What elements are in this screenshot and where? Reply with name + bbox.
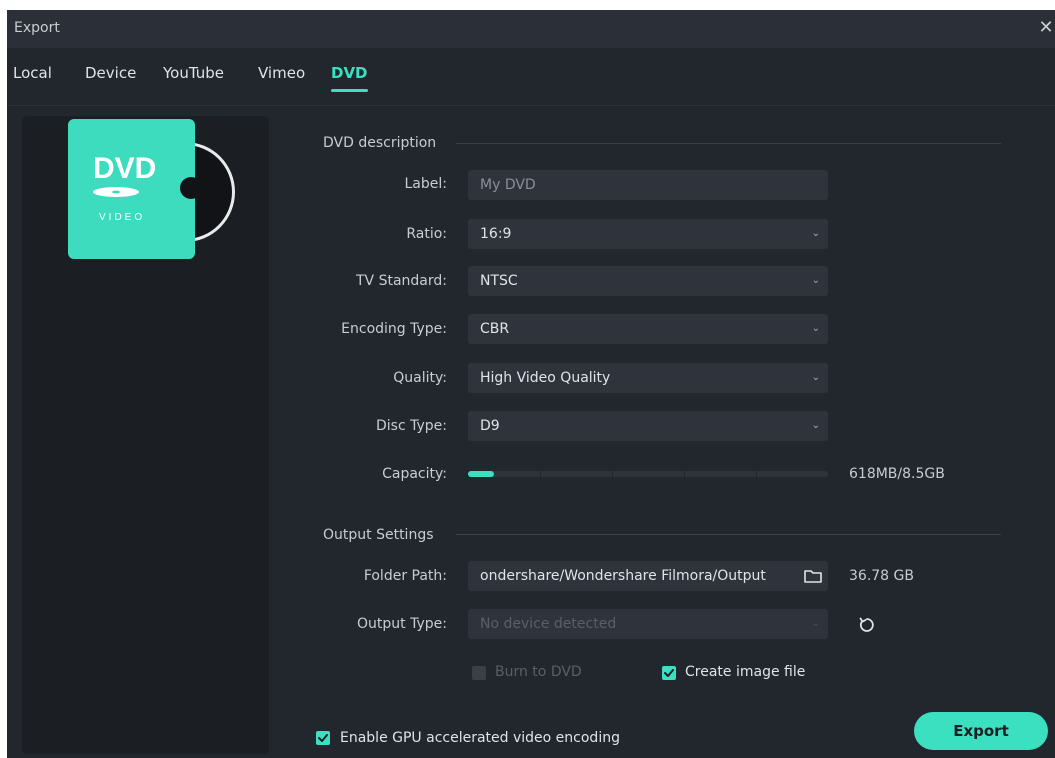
output-type-label: Output Type:: [357, 616, 447, 632]
create-image-file-checkbox[interactable]: [662, 666, 676, 680]
tv-standard-select[interactable]: NTSC ⌄: [468, 266, 828, 296]
gpu-encoding-label: Enable GPU accelerated video encoding: [340, 730, 620, 746]
label-input[interactable]: My DVD: [468, 170, 828, 200]
capacity-value: 618MB/8.5GB: [849, 466, 945, 482]
capacity-tick: [540, 471, 541, 477]
disc-hole: [180, 177, 202, 199]
ratio-select[interactable]: 16:9 ⌄: [468, 219, 828, 249]
quality-label: Quality:: [393, 370, 447, 386]
gpu-encoding-checkbox[interactable]: [316, 731, 330, 745]
chevron-down-icon: ⌄: [811, 372, 820, 383]
chevron-down-icon: ⌄: [811, 618, 820, 629]
refresh-icon[interactable]: [858, 616, 876, 634]
capacity-fill: [468, 471, 494, 477]
tv-standard-value: NTSC: [480, 273, 518, 289]
output-type-placeholder: No device detected: [480, 616, 617, 632]
chevron-down-icon: ⌄: [811, 275, 820, 286]
title-bar: Export ✕: [7, 10, 1055, 48]
encoding-type-select[interactable]: CBR ⌄: [468, 314, 828, 344]
divider: [456, 143, 1001, 144]
chevron-down-icon: ⌄: [811, 228, 820, 239]
logo-disc-hole: [112, 190, 120, 194]
chevron-down-icon: ⌄: [811, 420, 820, 431]
encoding-type-label: Encoding Type:: [341, 321, 447, 337]
check-icon: [318, 734, 328, 742]
tv-standard-label: TV Standard:: [356, 273, 447, 289]
section-title-dvd-description: DVD description: [323, 135, 437, 151]
dvd-video-logo: DVD VIDEO: [68, 119, 235, 259]
capacity-tick: [612, 471, 613, 477]
capacity-bar: [468, 471, 828, 477]
check-icon: [664, 669, 674, 677]
capacity-label: Capacity:: [382, 466, 447, 482]
burn-to-dvd-label: Burn to DVD: [495, 664, 582, 680]
chevron-down-icon: ⌄: [811, 323, 820, 334]
close-icon[interactable]: ✕: [1035, 16, 1055, 40]
quality-value: High Video Quality: [480, 370, 611, 386]
ratio-label: Ratio:: [406, 226, 447, 242]
tab-dvd[interactable]: DVD: [331, 64, 368, 92]
logo-video-text: VIDEO: [99, 212, 145, 223]
section-title-output-settings: Output Settings: [323, 527, 434, 543]
tab-vimeo[interactable]: Vimeo: [258, 64, 305, 82]
tab-device[interactable]: Device: [85, 64, 136, 82]
tab-youtube[interactable]: YouTube: [163, 64, 224, 82]
logo-dvd-text: DVD: [93, 152, 156, 185]
capacity-tick: [756, 471, 757, 477]
capacity-tick: [684, 471, 685, 477]
export-dialog: Export ✕ Local Device YouTube Vimeo DVD …: [7, 10, 1055, 758]
encoding-type-value: CBR: [480, 321, 510, 337]
disc-type-label: Disc Type:: [376, 418, 447, 434]
ratio-value: 16:9: [480, 226, 512, 242]
folder-icon[interactable]: [804, 569, 822, 583]
folder-path-value: ondershare/Wondershare Filmora/Output: [480, 568, 766, 584]
export-button[interactable]: Export: [914, 712, 1048, 750]
disc-type-select[interactable]: D9 ⌄: [468, 411, 828, 441]
window-title: Export: [14, 20, 60, 36]
divider: [456, 534, 1001, 535]
folder-path-label: Folder Path:: [363, 568, 447, 584]
quality-select[interactable]: High Video Quality ⌄: [468, 363, 828, 393]
tab-bar: Local Device YouTube Vimeo DVD: [7, 48, 1055, 106]
burn-to-dvd-checkbox[interactable]: [472, 666, 486, 680]
output-type-select[interactable]: No device detected ⌄: [468, 609, 828, 639]
tab-local[interactable]: Local: [13, 64, 52, 82]
free-space-value: 36.78 GB: [849, 568, 914, 584]
disc-type-value: D9: [480, 418, 500, 434]
label-label: Label:: [404, 176, 448, 192]
folder-path-input[interactable]: ondershare/Wondershare Filmora/Output: [468, 561, 828, 591]
create-image-file-label: Create image file: [685, 664, 806, 680]
